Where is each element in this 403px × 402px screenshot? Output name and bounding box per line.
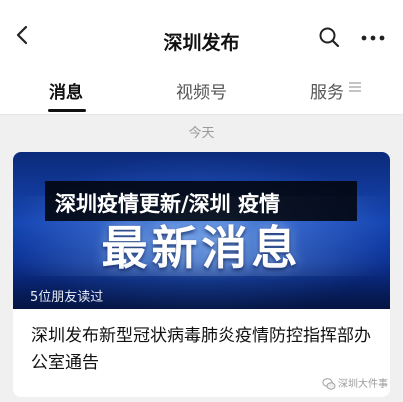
friends-read-label: 5位朋友读过: [30, 290, 104, 305]
article-cover-image[interactable]: 最新消息 5位朋友读过: [13, 152, 390, 309]
date-separator: 今天: [188, 126, 215, 141]
top-bar: 深圳发布: [0, 0, 403, 64]
watermark: 深圳大件事: [322, 375, 388, 393]
wechat-icon: [322, 378, 336, 390]
active-tab-indicator: [48, 109, 86, 112]
search-icon[interactable]: [318, 26, 340, 48]
tab-messages[interactable]: 消息: [49, 78, 83, 103]
tab-services[interactable]: 服务: [310, 78, 344, 103]
tab-bar: 消息 视频号 服务: [0, 64, 403, 115]
menu-icon[interactable]: [348, 81, 362, 93]
caption-text: 深圳疫情更新/深圳 疫情: [55, 192, 280, 216]
article-title[interactable]: 深圳发布新型冠状病毒肺炎疫情防控指挥部办公室通告: [31, 323, 371, 377]
watermark-text: 深圳大件事: [338, 379, 388, 390]
page-title: 深圳发布: [163, 32, 240, 54]
more-options-icon[interactable]: [360, 34, 386, 42]
tab-channels[interactable]: 视频号: [176, 78, 227, 103]
